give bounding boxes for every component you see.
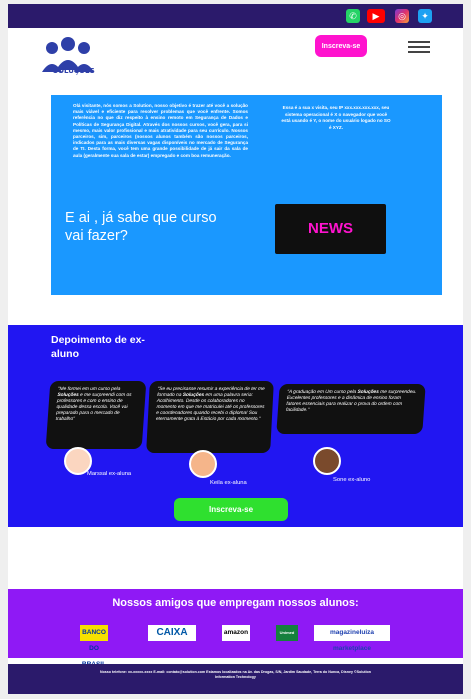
youtube-icon[interactable]: ▶ — [367, 9, 385, 23]
partner-logo-unimed: Unimed — [276, 625, 298, 641]
page: ✆ ▶ ◎ ✦ SOLUÇÕES Inscreva-se Olá visitan… — [8, 4, 463, 694]
partner-logo-banco-do-brasil: BANCO DO BRASIL — [80, 625, 108, 668]
brand-name: Soluções — [57, 393, 79, 398]
hero-question: E ai , já sabe que curso vai fazer? — [65, 210, 217, 244]
hero-section: Olá visitante, nós somos a Solution, nos… — [51, 95, 442, 295]
logo-text: SOLUÇÕES — [53, 67, 95, 75]
whatsapp-icon[interactable]: ✆ — [346, 9, 360, 23]
signup-button-header[interactable]: Inscreva-se — [315, 35, 367, 57]
news-button[interactable]: NEWS — [275, 204, 386, 254]
testimonial-text: "A graduação em Um curso pela — [286, 390, 358, 395]
testimonial-card: "A graduação em Um curso pela Soluções m… — [276, 384, 426, 434]
partner-logo-amazon: amazon — [222, 625, 250, 641]
hamburger-menu-icon[interactable] — [408, 41, 430, 53]
testimonial-card: "Me formei em um curso pela Soluções e m… — [45, 381, 147, 449]
testimonials-title: Depoimento de ex-aluno — [51, 334, 145, 360]
avatar — [313, 447, 341, 475]
instagram-icon[interactable]: ◎ — [395, 9, 409, 23]
partners-title: Nossos amigos que empregam nossos alunos… — [112, 597, 359, 609]
footer-text: Nosso telefone: xx-xxxxx-xxxx E-mail: co… — [100, 670, 371, 679]
testimonials-section: Depoimento de ex-aluno "Me formei em um … — [8, 325, 463, 527]
testimonial-author: Sone ex-aluno — [333, 477, 371, 483]
testimonial-card: "Se eu precisasse resumir a experiência … — [146, 381, 274, 453]
testimonial-author: Marssal ex-aluna — [87, 471, 132, 477]
partners-section: Nossos amigos que empregam nossos alunos… — [8, 589, 463, 668]
brand-name: Soluções — [357, 390, 379, 395]
top-bar: ✆ ▶ ◎ ✦ — [8, 4, 463, 28]
testimonial-text: "Me formei em um curso pela — [57, 387, 121, 392]
intro-text: Olá visitante, nós somos a Solution, nos… — [73, 103, 248, 158]
avatar — [189, 450, 217, 478]
logo — [42, 37, 94, 72]
footer: Nosso telefone: xx-xxxxx-xxxx E-mail: co… — [8, 664, 463, 694]
visitor-info-text: Essa é a sua x visita, seu IP xxx.xxx.xx… — [281, 105, 391, 130]
partner-logo-magazine-luiza: magazineluiza marketplace — [314, 625, 390, 652]
testimonial-author: Keila ex-aluna — [210, 480, 247, 486]
brand-name: Soluções — [182, 393, 205, 398]
twitter-icon[interactable]: ✦ — [418, 9, 432, 23]
signup-button[interactable]: Inscreva-se — [174, 498, 288, 521]
partner-logo-caixa: CAIXA — [148, 625, 196, 641]
